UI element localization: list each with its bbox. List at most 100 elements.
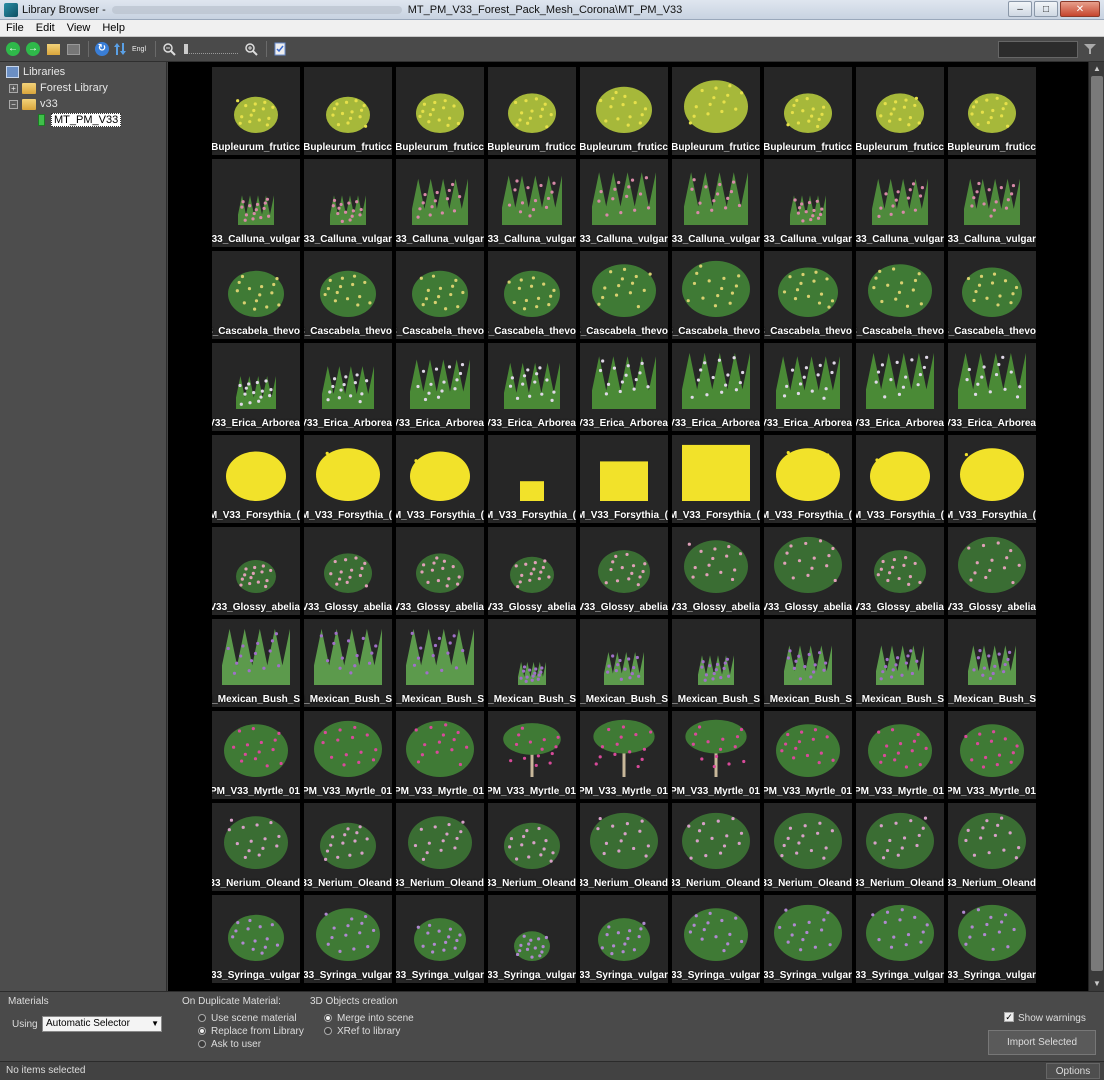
thumbnail-item[interactable]: 3_Bupleurum_fruticc (212, 67, 300, 155)
thumbnail-item[interactable]: 3_Cascabela_thevo (396, 251, 484, 339)
thumbnail-item[interactable]: V33_Erica_Arborea (580, 343, 668, 431)
thumbnail-item[interactable]: PM_V33_Myrtle_01 (304, 711, 392, 799)
thumbnail-item[interactable]: 3_Bupleurum_fruticc (396, 67, 484, 155)
thumbnail-item[interactable]: V33_Glossy_abelia (764, 527, 852, 615)
back-button[interactable]: ← (4, 40, 22, 58)
thumbnail-item[interactable]: 3_Bupleurum_fruticc (304, 67, 392, 155)
thumbnail-item[interactable]: M_V33_Forsythia_( (396, 435, 484, 523)
minimize-button[interactable]: – (1008, 1, 1032, 17)
menu-view[interactable]: View (61, 22, 97, 34)
options-button[interactable]: Options (1046, 1063, 1100, 1079)
thumbnail-item[interactable]: M_V33_Forsythia_( (948, 435, 1036, 523)
scroll-down-icon[interactable]: ▼ (1091, 978, 1103, 990)
close-button[interactable]: ✕ (1060, 1, 1100, 17)
sort-button[interactable] (113, 40, 127, 58)
tree-item-v33[interactable]: − v33 (9, 96, 58, 112)
thumbnail-item[interactable]: M_V33_Forsythia_( (304, 435, 392, 523)
thumbnail-item[interactable]: V33_Glossy_abelia (856, 527, 944, 615)
thumbnail-item[interactable]: /33_Syringa_vulgar (396, 895, 484, 983)
maximize-button[interactable]: □ (1034, 1, 1058, 17)
thumbnail-item[interactable]: /33_Calluna_vulgar (764, 159, 852, 247)
thumbnail-item[interactable]: V33_Erica_Arborea (304, 343, 392, 431)
expand-icon[interactable]: + (9, 83, 18, 93)
thumbnail-item[interactable]: /33_Calluna_vulgar (672, 159, 760, 247)
thumbnail-item[interactable]: 3_Cascabela_thevo (488, 251, 576, 339)
thumbnail-item[interactable]: /33_Calluna_vulgar (212, 159, 300, 247)
thumbnail-item[interactable]: /33_Calluna_vulgar (396, 159, 484, 247)
thumbnail-item[interactable]: V33_Glossy_abelia (488, 527, 576, 615)
thumbnail-item[interactable]: V33_Erica_Arborea (212, 343, 300, 431)
thumbnail-item[interactable]: M_V33_Forsythia_( (672, 435, 760, 523)
thumbnail-item[interactable]: V33_Erica_Arborea (948, 343, 1036, 431)
open-folder-button[interactable] (44, 40, 62, 58)
thumbnail-item[interactable]: 3_Mexican_Bush_S (488, 619, 576, 707)
thumbnail-item[interactable]: V33_Erica_Arborea (488, 343, 576, 431)
thumbnail-item[interactable]: 3_Mexican_Bush_S (764, 619, 852, 707)
thumbnail-item[interactable]: PM_V33_Myrtle_01 (580, 711, 668, 799)
zoom-slider[interactable] (184, 44, 238, 54)
thumbnail-item[interactable]: PM_V33_Myrtle_01 (856, 711, 944, 799)
scroll-thumb[interactable] (1091, 76, 1103, 971)
thumbnail-item[interactable]: /33_Nerium_Oleand (212, 803, 300, 891)
thumbnail-item[interactable]: PM_V33_Myrtle_01 (212, 711, 300, 799)
thumbnail-item[interactable]: 3_Mexican_Bush_S (948, 619, 1036, 707)
tree-item-forest-library[interactable]: + Forest Library (9, 80, 108, 96)
thumbnail-item[interactable]: 3_Mexican_Bush_S (396, 619, 484, 707)
thumbnail-item[interactable]: 3_Mexican_Bush_S (212, 619, 300, 707)
thumbnail-item[interactable]: /33_Calluna_vulgar (304, 159, 392, 247)
thumbnail-item[interactable]: 3_Cascabela_thevo (948, 251, 1036, 339)
thumbnail-item[interactable]: /33_Nerium_Oleand (672, 803, 760, 891)
radio-ask-to-user[interactable] (198, 1040, 206, 1048)
thumbnail-item[interactable]: /33_Syringa_vulgar (856, 895, 944, 983)
thumbnail-item[interactable]: /33_Nerium_Oleand (764, 803, 852, 891)
thumbnail-item[interactable]: V33_Erica_Arborea (672, 343, 760, 431)
radio-use-scene-material[interactable] (198, 1014, 206, 1022)
thumbnail-item[interactable]: V33_Erica_Arborea (396, 343, 484, 431)
thumbnail-item[interactable]: /33_Syringa_vulgar (212, 895, 300, 983)
filter-icon[interactable] (1084, 43, 1096, 55)
search-input[interactable] (998, 41, 1078, 58)
thumbnail-item[interactable]: 3_Cascabela_thevo (580, 251, 668, 339)
thumbnail-item[interactable]: 3_Mexican_Bush_S (672, 619, 760, 707)
menu-file[interactable]: File (0, 22, 30, 34)
thumbnail-item[interactable]: M_V33_Forsythia_( (764, 435, 852, 523)
zoom-out-button[interactable] (160, 40, 178, 58)
tree-item-libraries[interactable]: Libraries (6, 64, 65, 80)
thumbnail-item[interactable]: /33_Nerium_Oleand (948, 803, 1036, 891)
thumbnail-item[interactable]: 3_Mexican_Bush_S (304, 619, 392, 707)
thumbnail-item[interactable]: V33_Glossy_abelia (672, 527, 760, 615)
thumbnail-item[interactable]: V33_Erica_Arborea (856, 343, 944, 431)
thumbnail-item[interactable]: M_V33_Forsythia_( (488, 435, 576, 523)
thumbnail-item[interactable]: M_V33_Forsythia_( (212, 435, 300, 523)
collapse-icon[interactable]: − (9, 99, 18, 109)
thumbnail-item[interactable]: 3_Bupleurum_fruticc (672, 67, 760, 155)
import-selected-button[interactable]: Import Selected (988, 1030, 1096, 1055)
checklist-button[interactable] (271, 40, 289, 58)
thumbnail-item[interactable]: 3_Bupleurum_fruticc (856, 67, 944, 155)
refresh-button[interactable]: ↻ (93, 40, 111, 58)
thumbnail-item[interactable]: V33_Glossy_abelia (212, 527, 300, 615)
thumbnail-item[interactable]: 3_Bupleurum_fruticc (580, 67, 668, 155)
thumbnail-item[interactable]: 3_Cascabela_thevo (672, 251, 760, 339)
thumbnail-item[interactable]: PM_V33_Myrtle_01 (672, 711, 760, 799)
thumbnail-item[interactable]: V33_Glossy_abelia (948, 527, 1036, 615)
thumbnail-item[interactable]: 3_Cascabela_thevo (304, 251, 392, 339)
thumbnail-item[interactable]: /33_Nerium_Oleand (488, 803, 576, 891)
thumbnail-item[interactable]: 3_Cascabela_thevo (856, 251, 944, 339)
thumbnail-item[interactable]: PM_V33_Myrtle_01 (948, 711, 1036, 799)
thumbnail-item[interactable]: /33_Calluna_vulgar (488, 159, 576, 247)
thumbnail-item[interactable]: M_V33_Forsythia_( (580, 435, 668, 523)
radio-merge-into-scene[interactable] (324, 1014, 332, 1022)
show-warnings-checkbox[interactable]: ✓ (1004, 1012, 1014, 1022)
thumbnail-item[interactable]: M_V33_Forsythia_( (856, 435, 944, 523)
thumbnail-item[interactable]: PM_V33_Myrtle_01 (396, 711, 484, 799)
thumbnail-item[interactable]: 3_Bupleurum_fruticc (948, 67, 1036, 155)
radio-xref-to-library[interactable] (324, 1027, 332, 1035)
thumbnail-item[interactable]: /33_Syringa_vulgar (304, 895, 392, 983)
thumbnail-item[interactable]: /33_Syringa_vulgar (672, 895, 760, 983)
thumbnail-item[interactable]: 3_Cascabela_thevo (212, 251, 300, 339)
zoom-in-button[interactable] (242, 40, 260, 58)
thumbnail-item[interactable]: V33_Glossy_abelia (396, 527, 484, 615)
thumbnail-item[interactable]: 3_Bupleurum_fruticc (488, 67, 576, 155)
thumbnail-item[interactable]: /33_Syringa_vulgar (764, 895, 852, 983)
